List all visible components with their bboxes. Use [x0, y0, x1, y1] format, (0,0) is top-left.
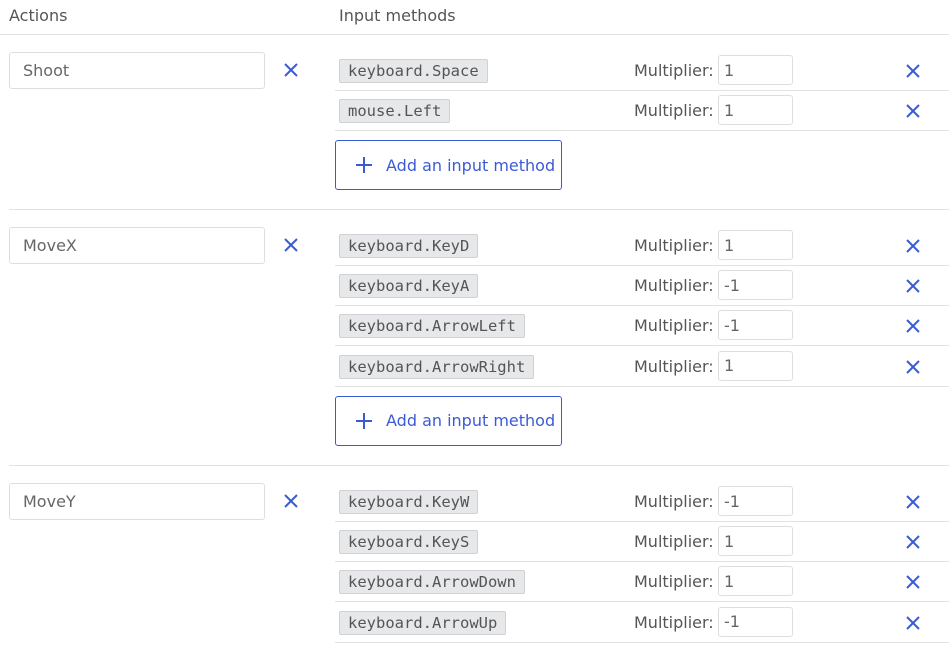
close-icon	[283, 62, 299, 78]
remove-input-method-button[interactable]	[902, 491, 924, 513]
input-methods-column-header: Input methods	[339, 6, 456, 25]
close-icon	[905, 103, 921, 119]
close-icon	[905, 318, 921, 334]
input-key-tag: keyboard.KeyD	[339, 234, 479, 258]
close-icon	[905, 238, 921, 254]
multiplier-input[interactable]	[718, 526, 793, 557]
input-method-row: keyboard.ArrowDown Multiplier:	[335, 562, 949, 603]
multiplier-label: Multiplier:	[634, 492, 714, 511]
close-icon	[905, 615, 921, 631]
remove-input-method-button[interactable]	[902, 356, 924, 378]
input-key-tag: mouse.Left	[339, 99, 451, 124]
multiplier-label: Multiplier:	[634, 572, 714, 592]
remove-input-method-button[interactable]	[902, 612, 924, 634]
multiplier-label: Multiplier:	[634, 612, 714, 632]
close-icon	[905, 63, 921, 79]
input-method-row: keyboard.ArrowLeft Multiplier:	[335, 306, 949, 347]
input-method-row: keyboard.KeyA Multiplier:	[335, 266, 949, 307]
remove-action-button[interactable]	[280, 234, 302, 256]
multiplier-input[interactable]	[718, 606, 793, 637]
input-key-tag: keyboard.ArrowDown	[339, 570, 525, 595]
multiplier-input[interactable]	[718, 310, 793, 341]
close-icon	[283, 237, 299, 253]
close-icon	[905, 359, 921, 375]
remove-input-method-button[interactable]	[902, 60, 924, 82]
input-key-tag: keyboard.ArrowLeft	[339, 314, 525, 339]
group-divider	[9, 465, 949, 466]
remove-input-method-button[interactable]	[902, 100, 924, 122]
close-icon	[905, 574, 921, 590]
input-method-row: keyboard.KeyS Multiplier:	[335, 522, 949, 563]
action-name-input[interactable]	[9, 483, 265, 520]
close-icon	[905, 278, 921, 294]
remove-input-method-button[interactable]	[902, 315, 924, 337]
plus-icon	[354, 411, 374, 431]
input-method-row: keyboard.ArrowRight Multiplier:	[335, 347, 949, 387]
input-key-tag: keyboard.KeyA	[339, 274, 479, 299]
multiplier-input[interactable]	[718, 230, 793, 260]
multiplier-label: Multiplier:	[634, 276, 714, 296]
input-method-row: keyboard.Space Multiplier:	[335, 51, 949, 91]
remove-action-button[interactable]	[280, 59, 302, 81]
multiplier-label: Multiplier:	[634, 532, 714, 552]
action-name-input[interactable]	[9, 52, 265, 89]
remove-input-method-button[interactable]	[902, 235, 924, 257]
remove-action-button[interactable]	[280, 490, 302, 512]
table-header: Actions Input methods	[0, 0, 949, 35]
input-key-tag: keyboard.ArrowUp	[339, 610, 507, 635]
input-method-row: mouse.Left Multiplier:	[335, 91, 949, 132]
input-method-row: keyboard.ArrowUp Multiplier:	[335, 603, 949, 643]
multiplier-input[interactable]	[718, 55, 793, 85]
add-input-method-button[interactable]: Add an input method	[335, 395, 562, 446]
multiplier-input[interactable]	[718, 486, 793, 516]
add-input-method-label: Add an input method	[386, 155, 556, 175]
remove-input-method-button[interactable]	[902, 531, 924, 553]
input-key-tag: keyboard.ArrowRight	[339, 354, 535, 379]
multiplier-label: Multiplier:	[634, 101, 714, 121]
multiplier-label: Multiplier:	[634, 236, 714, 255]
multiplier-input[interactable]	[718, 95, 793, 126]
close-icon	[283, 493, 299, 509]
input-method-row: keyboard.KeyW Multiplier:	[335, 482, 949, 522]
multiplier-label: Multiplier:	[634, 61, 714, 80]
add-input-method-label: Add an input method	[386, 411, 556, 431]
multiplier-label: Multiplier:	[634, 316, 714, 336]
close-icon	[905, 534, 921, 550]
remove-input-method-button[interactable]	[902, 571, 924, 593]
actions-column-header: Actions	[9, 6, 68, 25]
multiplier-input[interactable]	[718, 566, 793, 597]
input-method-row: keyboard.KeyD Multiplier:	[335, 226, 949, 266]
action-name-input[interactable]	[9, 227, 265, 264]
add-input-method-button[interactable]: Add an input method	[335, 140, 562, 191]
close-icon	[905, 494, 921, 510]
multiplier-input[interactable]	[718, 350, 793, 381]
multiplier-label: Multiplier:	[634, 356, 714, 376]
input-key-tag: keyboard.KeyS	[339, 530, 479, 555]
multiplier-input[interactable]	[718, 270, 793, 301]
group-divider	[9, 209, 949, 210]
input-key-tag: keyboard.KeyW	[339, 490, 479, 514]
plus-icon	[354, 155, 374, 175]
input-key-tag: keyboard.Space	[339, 59, 488, 83]
remove-input-method-button[interactable]	[902, 275, 924, 297]
